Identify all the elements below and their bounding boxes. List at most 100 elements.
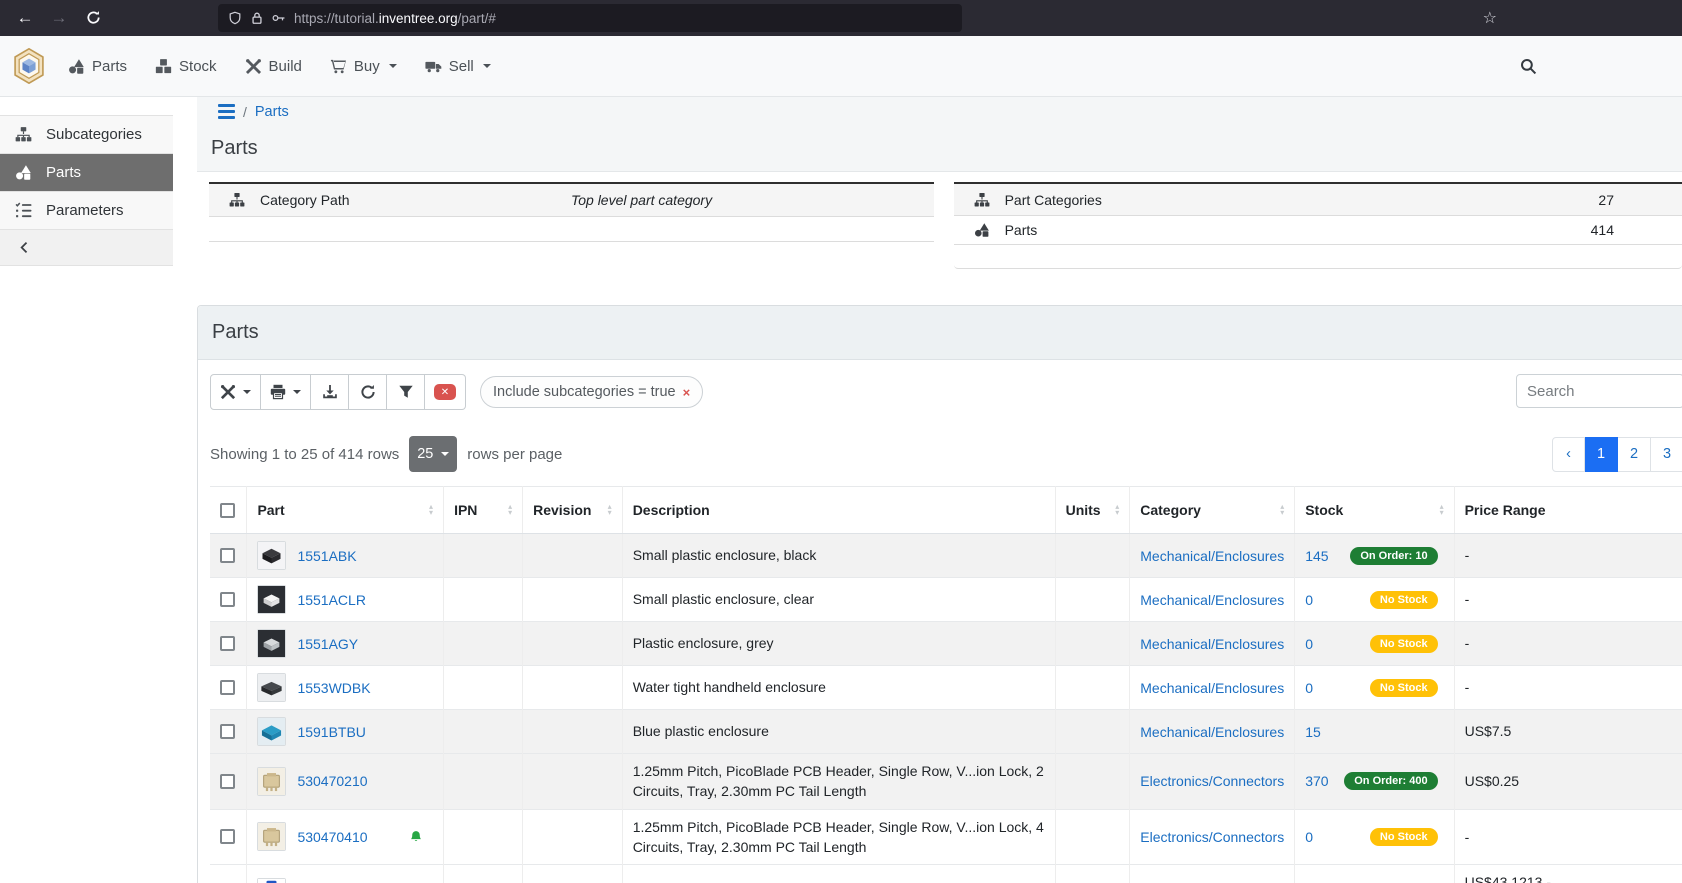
bookmark-star-icon[interactable]: ☆ — [1483, 8, 1497, 28]
category-link[interactable]: Mechanical/Enclosures — [1140, 724, 1284, 740]
caret-down-icon — [483, 64, 491, 68]
sort-icon[interactable]: ▴▾ — [602, 504, 612, 516]
sidebar-collapse-button[interactable] — [0, 230, 173, 266]
stock-link[interactable]: 0 — [1305, 829, 1313, 845]
part-link[interactable]: 530470210 — [297, 773, 367, 789]
list-icon — [15, 202, 32, 219]
part-thumbnail[interactable] — [257, 717, 286, 746]
row-checkbox[interactable] — [220, 636, 235, 651]
breadcrumb-menu-icon[interactable] — [218, 104, 235, 119]
part-link[interactable]: 1551ABK — [297, 548, 356, 564]
revision-cell — [523, 534, 623, 578]
remove-filter-icon[interactable]: × — [683, 385, 691, 400]
row-checkbox[interactable] — [220, 829, 235, 844]
part-thumbnail[interactable] — [257, 629, 286, 658]
stock-link[interactable]: 0 — [1305, 680, 1313, 696]
download-button[interactable] — [311, 374, 349, 410]
browser-reload-icon[interactable] — [76, 8, 110, 28]
clear-filters-button[interactable]: ✕ — [425, 374, 466, 410]
lock-icon — [250, 11, 264, 25]
column-header-units[interactable]: Units▴▾ — [1055, 487, 1130, 534]
page-size-dropdown[interactable]: 25 — [409, 436, 457, 472]
select-all-checkbox[interactable] — [220, 503, 235, 518]
refresh-button[interactable] — [349, 374, 387, 410]
ipn-cell — [444, 666, 523, 710]
category-link[interactable]: Mechanical/Enclosures — [1140, 636, 1284, 652]
column-header-revision[interactable]: Revision▴▾ — [523, 487, 623, 534]
description-cell: 1.25mm Pitch, PicoBlade PCB Header, Sing… — [622, 754, 1055, 810]
header-select-all — [210, 487, 247, 534]
category-link[interactable]: Mechanical/Enclosures — [1140, 548, 1284, 564]
column-header-stock[interactable]: Stock▴▾ — [1295, 487, 1454, 534]
filter-icon — [398, 384, 414, 400]
ipn-cell — [444, 809, 523, 865]
search-icon[interactable] — [1520, 58, 1537, 78]
stock-link[interactable]: 370 — [1305, 773, 1328, 789]
sidebar-item-parameters[interactable]: Parameters — [0, 192, 173, 230]
column-header-ipn[interactable]: IPN▴▾ — [444, 487, 523, 534]
part-link[interactable]: 1551ACLR — [297, 592, 366, 608]
browser-forward-icon[interactable]: → — [42, 8, 76, 28]
sort-icon[interactable]: ▴▾ — [1109, 504, 1119, 516]
revision-cell — [523, 754, 623, 810]
truck-icon — [425, 58, 442, 75]
cart-icon — [330, 58, 347, 75]
nav-item-stock[interactable]: Stock — [155, 58, 217, 75]
part-thumbnail[interactable] — [257, 585, 286, 614]
category-link[interactable]: Mechanical/Enclosures — [1140, 592, 1284, 608]
sidebar-item-parts[interactable]: Parts — [0, 154, 173, 192]
part-thumbnail[interactable] — [257, 767, 286, 796]
pagination-page-1[interactable]: 1 — [1585, 437, 1618, 472]
price-cell: - — [1454, 622, 1682, 666]
part-link[interactable]: 1553WDBK — [297, 680, 370, 696]
filter-button[interactable] — [387, 374, 425, 410]
breadcrumb-link-parts[interactable]: Parts — [255, 104, 289, 120]
part-thumbnail[interactable] — [257, 541, 286, 570]
pagination: ‹123 — [1552, 437, 1682, 472]
stock-status-badge: On Order: 400 — [1344, 772, 1437, 790]
part-link[interactable]: 1591BTBU — [297, 724, 365, 740]
url-bar[interactable]: https://tutorial.inventree.org/part/# — [218, 4, 962, 32]
part-thumbnail[interactable] — [257, 822, 286, 851]
row-checkbox[interactable] — [220, 724, 235, 739]
row-checkbox[interactable] — [220, 680, 235, 695]
part-thumbnail[interactable] — [257, 673, 286, 702]
app-navbar: Parts Stock Build Buy Sell — [0, 36, 1682, 97]
nav-item-build[interactable]: Build — [245, 58, 302, 75]
column-header-category[interactable]: Category▴▾ — [1130, 487, 1295, 534]
column-header-part[interactable]: Part▴▾ — [247, 487, 444, 534]
stock-link[interactable]: 145 — [1305, 548, 1328, 564]
stock-link[interactable]: 0 — [1305, 636, 1313, 652]
nav-item-parts[interactable]: Parts — [68, 58, 127, 75]
part-thumbnail[interactable] — [257, 878, 286, 883]
sort-icon[interactable]: ▴▾ — [502, 504, 512, 516]
sort-icon[interactable]: ▴▾ — [423, 504, 433, 516]
stock-link[interactable]: 15 — [1305, 724, 1321, 740]
printer-button[interactable] — [261, 374, 311, 410]
part-link[interactable]: 1551AGY — [297, 636, 358, 652]
pagination-prev[interactable]: ‹ — [1552, 437, 1585, 472]
row-checkbox[interactable] — [220, 548, 235, 563]
parts-table-panel: Parts ✕ Include subcategories = true × S… — [197, 305, 1682, 883]
category-link[interactable]: Mechanical/Enclosures — [1140, 680, 1284, 696]
nav-item-sell[interactable]: Sell — [425, 58, 491, 75]
stock-link[interactable]: 0 — [1305, 592, 1313, 608]
sort-icon[interactable]: ▴▾ — [1434, 504, 1444, 516]
inventree-logo[interactable] — [12, 48, 46, 84]
row-checkbox[interactable] — [220, 774, 235, 789]
tools-button[interactable] — [210, 374, 261, 410]
pagination-page-2[interactable]: 2 — [1618, 437, 1651, 472]
category-link[interactable]: Electronics/Connectors — [1140, 829, 1284, 845]
sidebar-item-subcategories[interactable]: Subcategories — [0, 116, 173, 154]
part-link[interactable]: 530470410 — [297, 829, 367, 845]
browser-back-icon[interactable]: ← — [8, 8, 42, 28]
nav-item-buy[interactable]: Buy — [330, 58, 397, 75]
search-input[interactable] — [1516, 374, 1682, 408]
row-checkbox[interactable] — [220, 592, 235, 607]
price-cell: US$43.1213 - US$52.8854 — [1454, 865, 1682, 883]
category-link[interactable]: Electronics/Connectors — [1140, 773, 1284, 789]
price-cell: - — [1454, 809, 1682, 865]
sort-icon[interactable]: ▴▾ — [1274, 504, 1284, 516]
pagination-page-3[interactable]: 3 — [1651, 437, 1682, 472]
filter-chip[interactable]: Include subcategories = true × — [480, 376, 703, 408]
